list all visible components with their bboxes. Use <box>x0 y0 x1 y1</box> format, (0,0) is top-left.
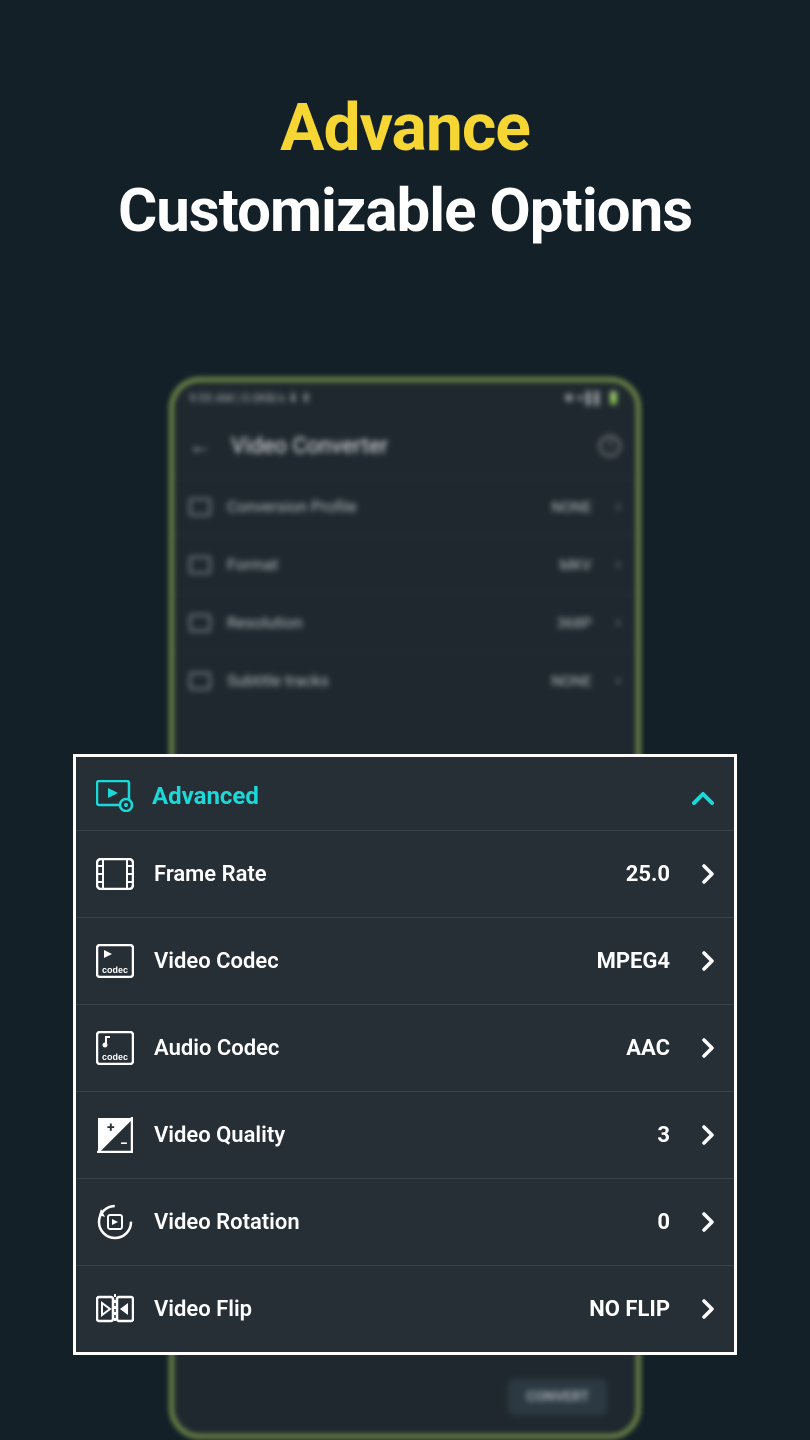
svg-text:codec: codec <box>102 965 128 975</box>
bg-value: NONE <box>551 672 591 690</box>
row-value: 25.0 <box>626 862 670 887</box>
bg-value: NONE <box>551 498 591 516</box>
app-title: Video Converter <box>231 434 579 459</box>
bg-label: Conversion Profile <box>227 497 535 516</box>
chevron-right-icon <box>702 1125 714 1145</box>
row-value: 3 <box>657 1123 670 1148</box>
film-icon <box>96 855 134 893</box>
row-label: Audio Codec <box>154 1036 606 1061</box>
help-icon[interactable]: ? <box>599 435 621 457</box>
chevron-right-icon: › <box>616 670 621 691</box>
video-codec-icon: codec <box>96 942 134 980</box>
row-video-codec[interactable]: codec Video Codec MPEG4 <box>76 917 734 1004</box>
chevron-right-icon: › <box>616 554 621 575</box>
advanced-panel: Advanced Frame Rate 25.0 codec Video Cod… <box>73 754 737 1355</box>
app-header: ← Video Converter ? <box>173 415 637 477</box>
rotation-icon <box>96 1203 134 1241</box>
row-audio-codec[interactable]: codec Audio Codec AAC <box>76 1004 734 1091</box>
row-label: Video Flip <box>154 1297 569 1322</box>
row-value: 0 <box>657 1210 670 1235</box>
bg-value: 368P <box>557 614 592 632</box>
row-label: Frame Rate <box>154 862 606 887</box>
format-icon <box>189 556 211 574</box>
row-label: Video Quality <box>154 1123 637 1148</box>
bg-label: Resolution <box>227 613 541 632</box>
hero-title: Advance <box>0 90 810 167</box>
row-value: NO FLIP <box>589 1297 670 1322</box>
row-label: Video Codec <box>154 949 577 974</box>
status-right: ✱ ▾ ▌▌ 🔋 <box>564 391 621 405</box>
chevron-right-icon <box>702 1299 714 1319</box>
subtitle-icon <box>189 672 211 690</box>
profile-icon <box>189 498 211 516</box>
svg-text:+: + <box>107 1120 115 1136</box>
row-video-rotation[interactable]: Video Rotation 0 <box>76 1178 734 1265</box>
chevron-right-icon <box>702 951 714 971</box>
chevron-right-icon: › <box>616 496 621 517</box>
chevron-right-icon: › <box>616 612 621 633</box>
status-left: 9:55 AM | 0.0KB/s ⬇ ⬆ <box>189 391 311 405</box>
status-bar: 9:55 AM | 0.0KB/s ⬇ ⬆ ✱ ▾ ▌▌ 🔋 <box>173 381 637 415</box>
quality-icon: +− <box>96 1116 134 1154</box>
hero-subtitle: Customizable Options <box>0 175 810 246</box>
row-frame-rate[interactable]: Frame Rate 25.0 <box>76 830 734 917</box>
advanced-panel-title: Advanced <box>152 782 674 810</box>
convert-button[interactable]: CONVERT <box>508 1379 607 1415</box>
row-label: Video Rotation <box>154 1210 637 1235</box>
audio-codec-icon: codec <box>96 1029 134 1067</box>
flip-icon <box>96 1290 134 1328</box>
svg-text:codec: codec <box>102 1052 128 1062</box>
chevron-right-icon <box>702 1038 714 1058</box>
advanced-icon <box>96 780 134 812</box>
resolution-icon <box>189 614 211 632</box>
bg-row-resolution[interactable]: Resolution 368P › <box>173 593 637 651</box>
row-video-quality[interactable]: +− Video Quality 3 <box>76 1091 734 1178</box>
chevron-right-icon <box>702 864 714 884</box>
bg-value: MKV <box>560 556 592 574</box>
back-icon[interactable]: ← <box>189 433 211 459</box>
bg-row-format[interactable]: Format MKV › <box>173 535 637 593</box>
bg-row-subtitle[interactable]: Subtitle tracks NONE › <box>173 651 637 709</box>
row-value: AAC <box>626 1036 670 1061</box>
bg-label: Subtitle tracks <box>227 671 535 690</box>
row-value: MPEG4 <box>597 949 670 974</box>
advanced-panel-header[interactable]: Advanced <box>76 757 734 830</box>
bg-row-profile[interactable]: Conversion Profile NONE › <box>173 477 637 535</box>
row-video-flip[interactable]: Video Flip NO FLIP <box>76 1265 734 1352</box>
bg-label: Format <box>227 555 544 574</box>
chevron-right-icon <box>702 1212 714 1232</box>
svg-text:−: − <box>120 1136 128 1152</box>
chevron-up-icon <box>692 779 714 812</box>
